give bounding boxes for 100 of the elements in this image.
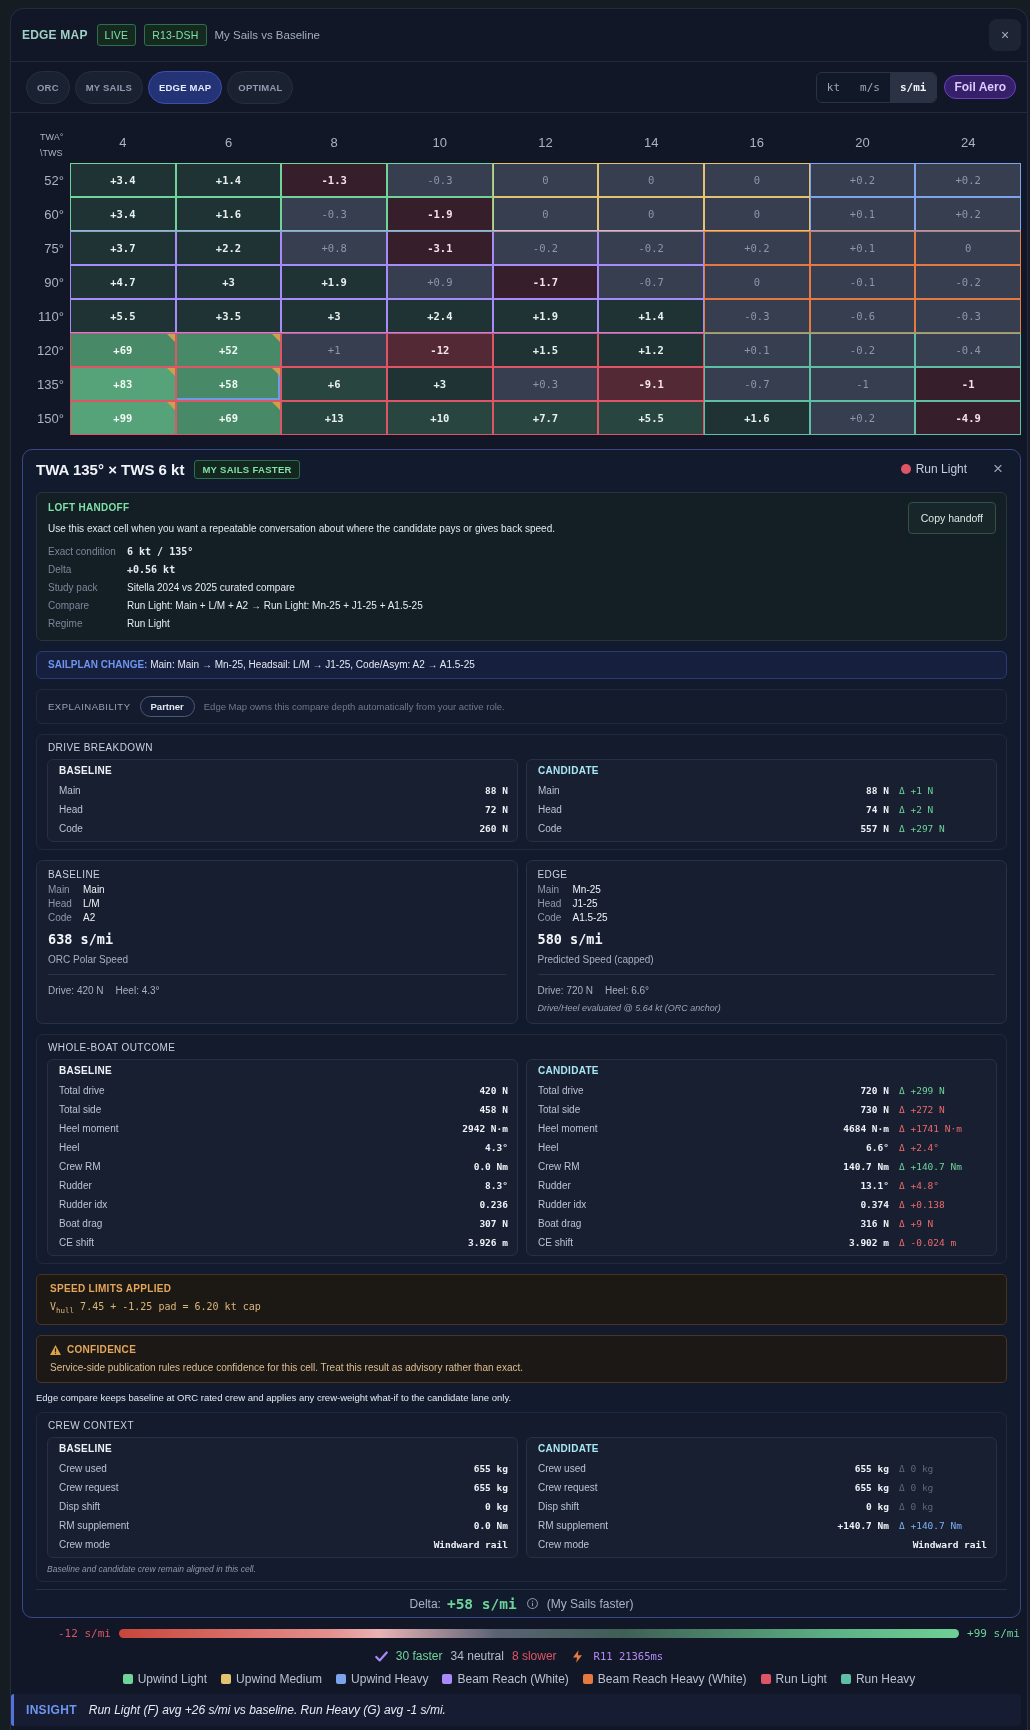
grid-cell[interactable]: -12 <box>387 333 493 367</box>
grid-cell[interactable]: +1.2 <box>598 333 704 367</box>
grid-cell[interactable]: +1.6 <box>175 197 282 231</box>
grid-cell[interactable]: +58 <box>175 367 282 401</box>
grid-cell[interactable]: +3 <box>175 265 282 299</box>
metric-value: 316 N <box>860 1218 889 1229</box>
grid-cell[interactable]: +7.7 <box>492 401 599 435</box>
grid-cell[interactable]: -0.2 <box>598 231 704 265</box>
grid-cell[interactable]: -0.6 <box>809 299 916 333</box>
grid-cell[interactable]: -0.3 <box>704 299 810 333</box>
grid-cell[interactable]: +0.9 <box>387 265 493 299</box>
close-button[interactable]: × <box>989 19 1021 51</box>
sail-label: Main <box>537 883 561 897</box>
grid-cell[interactable]: +6 <box>281 367 387 401</box>
metric-delta: Δ +0.138 <box>899 1199 946 1210</box>
grid-cell[interactable]: +1 <box>281 333 387 367</box>
grid-cell[interactable]: +3 <box>387 367 493 401</box>
speed-value: 638 s/mi <box>48 931 115 947</box>
view-tab[interactable]: EDGE MAP <box>148 70 223 104</box>
grid-cell[interactable]: -1.7 <box>492 265 599 299</box>
grid-cell[interactable]: 0 <box>704 197 810 231</box>
grid-cell[interactable]: +5.5 <box>70 299 176 333</box>
grid-cell[interactable]: -4.9 <box>915 401 1021 435</box>
grid-cell[interactable]: -3.1 <box>387 231 493 265</box>
grid-cell[interactable]: 0 <box>915 231 1021 265</box>
sail-label: Code <box>537 911 563 925</box>
grid-cell[interactable]: +3.7 <box>70 231 176 265</box>
view-tab[interactable]: MY SAILS <box>74 70 143 104</box>
view-tab[interactable]: ORC <box>26 70 70 104</box>
metric-value: 420 N <box>479 1085 508 1096</box>
metric-value: 557 N <box>860 823 889 834</box>
grid-cell[interactable]: -1 <box>915 367 1021 401</box>
metric-label: Heel moment <box>538 1123 599 1134</box>
grid-cell[interactable]: -0.3 <box>387 163 493 197</box>
grid-cell[interactable]: -0.3 <box>915 299 1021 333</box>
scale-max-label: +99 s/mi <box>967 1626 1020 1640</box>
grid-cell[interactable]: 0 <box>492 163 599 197</box>
grid-cell[interactable]: +1.9 <box>281 265 387 299</box>
grid-cell[interactable]: +4.7 <box>70 265 176 299</box>
speed-caption: Predicted Speed (capped) <box>537 954 655 965</box>
grid-cell[interactable]: -0.2 <box>809 333 916 367</box>
grid-cell[interactable]: +0.3 <box>492 367 599 401</box>
grid-cell[interactable]: +3.4 <box>70 197 176 231</box>
warning-icon <box>50 1344 61 1355</box>
metric-value: 0.236 <box>479 1199 508 1210</box>
grid-cell[interactable]: -0.7 <box>598 265 704 299</box>
grid-cell[interactable]: -0.2 <box>492 231 599 265</box>
grid-cell[interactable]: 0 <box>492 197 599 231</box>
grid-cell[interactable]: +0.1 <box>704 333 810 367</box>
grid-cell[interactable]: -9.1 <box>598 367 704 401</box>
grid-cell[interactable]: +52 <box>175 333 282 367</box>
grid-cell[interactable]: +2.4 <box>387 299 493 333</box>
close-button[interactable]: × <box>991 459 1005 479</box>
section-title: DRIVE BREAKDOWN <box>47 742 154 753</box>
grid-cell[interactable]: 0 <box>598 197 704 231</box>
grid-cell[interactable]: +1.6 <box>704 401 810 435</box>
grid-cell[interactable]: +0.2 <box>809 401 916 435</box>
grid-cell[interactable]: -0.2 <box>915 265 1021 299</box>
metric-value: Windward rail <box>433 1539 508 1550</box>
unit-toggle[interactable]: s/mi <box>889 72 937 102</box>
grid-cell[interactable]: +0.8 <box>281 231 387 265</box>
grid-cell[interactable]: +13 <box>281 401 387 435</box>
grid-cell[interactable]: +0.2 <box>809 163 916 197</box>
grid-cell[interactable]: +1.9 <box>492 299 599 333</box>
grid-cell[interactable]: -1.3 <box>281 163 387 197</box>
grid-cell[interactable]: 0 <box>704 163 810 197</box>
grid-cell[interactable]: -1 <box>809 367 916 401</box>
app-title: EDGE MAP <box>22 28 88 42</box>
unit-toggle[interactable]: kt <box>816 72 851 102</box>
grid-cell[interactable]: 0 <box>704 265 810 299</box>
sail-name: L/M <box>83 897 101 911</box>
unit-toggle[interactable]: m/s <box>850 72 890 102</box>
grid-cell[interactable]: -0.7 <box>704 367 810 401</box>
column-header: 6 <box>223 134 234 152</box>
grid-cell[interactable]: +10 <box>387 401 493 435</box>
grid-cell[interactable]: +0.1 <box>809 197 916 231</box>
grid-cell[interactable]: -0.1 <box>809 265 916 299</box>
grid-cell[interactable]: +69 <box>175 401 282 435</box>
grid-cell[interactable]: +69 <box>70 333 176 367</box>
grid-cell[interactable]: +0.2 <box>915 163 1021 197</box>
grid-cell[interactable]: +3.4 <box>70 163 176 197</box>
grid-cell[interactable]: +0.1 <box>809 231 916 265</box>
metric-value: 4684 N·m <box>843 1123 889 1134</box>
metric-delta: Δ +1 N <box>899 785 935 796</box>
grid-cell[interactable]: 0 <box>598 163 704 197</box>
grid-cell[interactable]: +3 <box>281 299 387 333</box>
grid-cell[interactable]: -0.3 <box>281 197 387 231</box>
copy-button[interactable]: Copy handoff <box>907 502 996 534</box>
slower-count: 8 slower <box>511 1649 557 1663</box>
grid-cell[interactable]: +1.4 <box>175 163 282 197</box>
grid-cell[interactable]: +5.5 <box>598 401 704 435</box>
view-tab[interactable]: OPTIMAL <box>227 70 294 104</box>
grid-cell[interactable]: +1.5 <box>492 333 599 367</box>
grid-cell[interactable]: -0.4 <box>915 333 1021 367</box>
grid-cell[interactable]: +0.2 <box>704 231 810 265</box>
grid-cell[interactable]: -1.9 <box>387 197 493 231</box>
grid-cell[interactable]: +2.2 <box>175 231 282 265</box>
grid-cell[interactable]: +3.5 <box>175 299 282 333</box>
grid-cell[interactable]: +1.4 <box>598 299 704 333</box>
grid-cell[interactable]: +0.2 <box>915 197 1021 231</box>
